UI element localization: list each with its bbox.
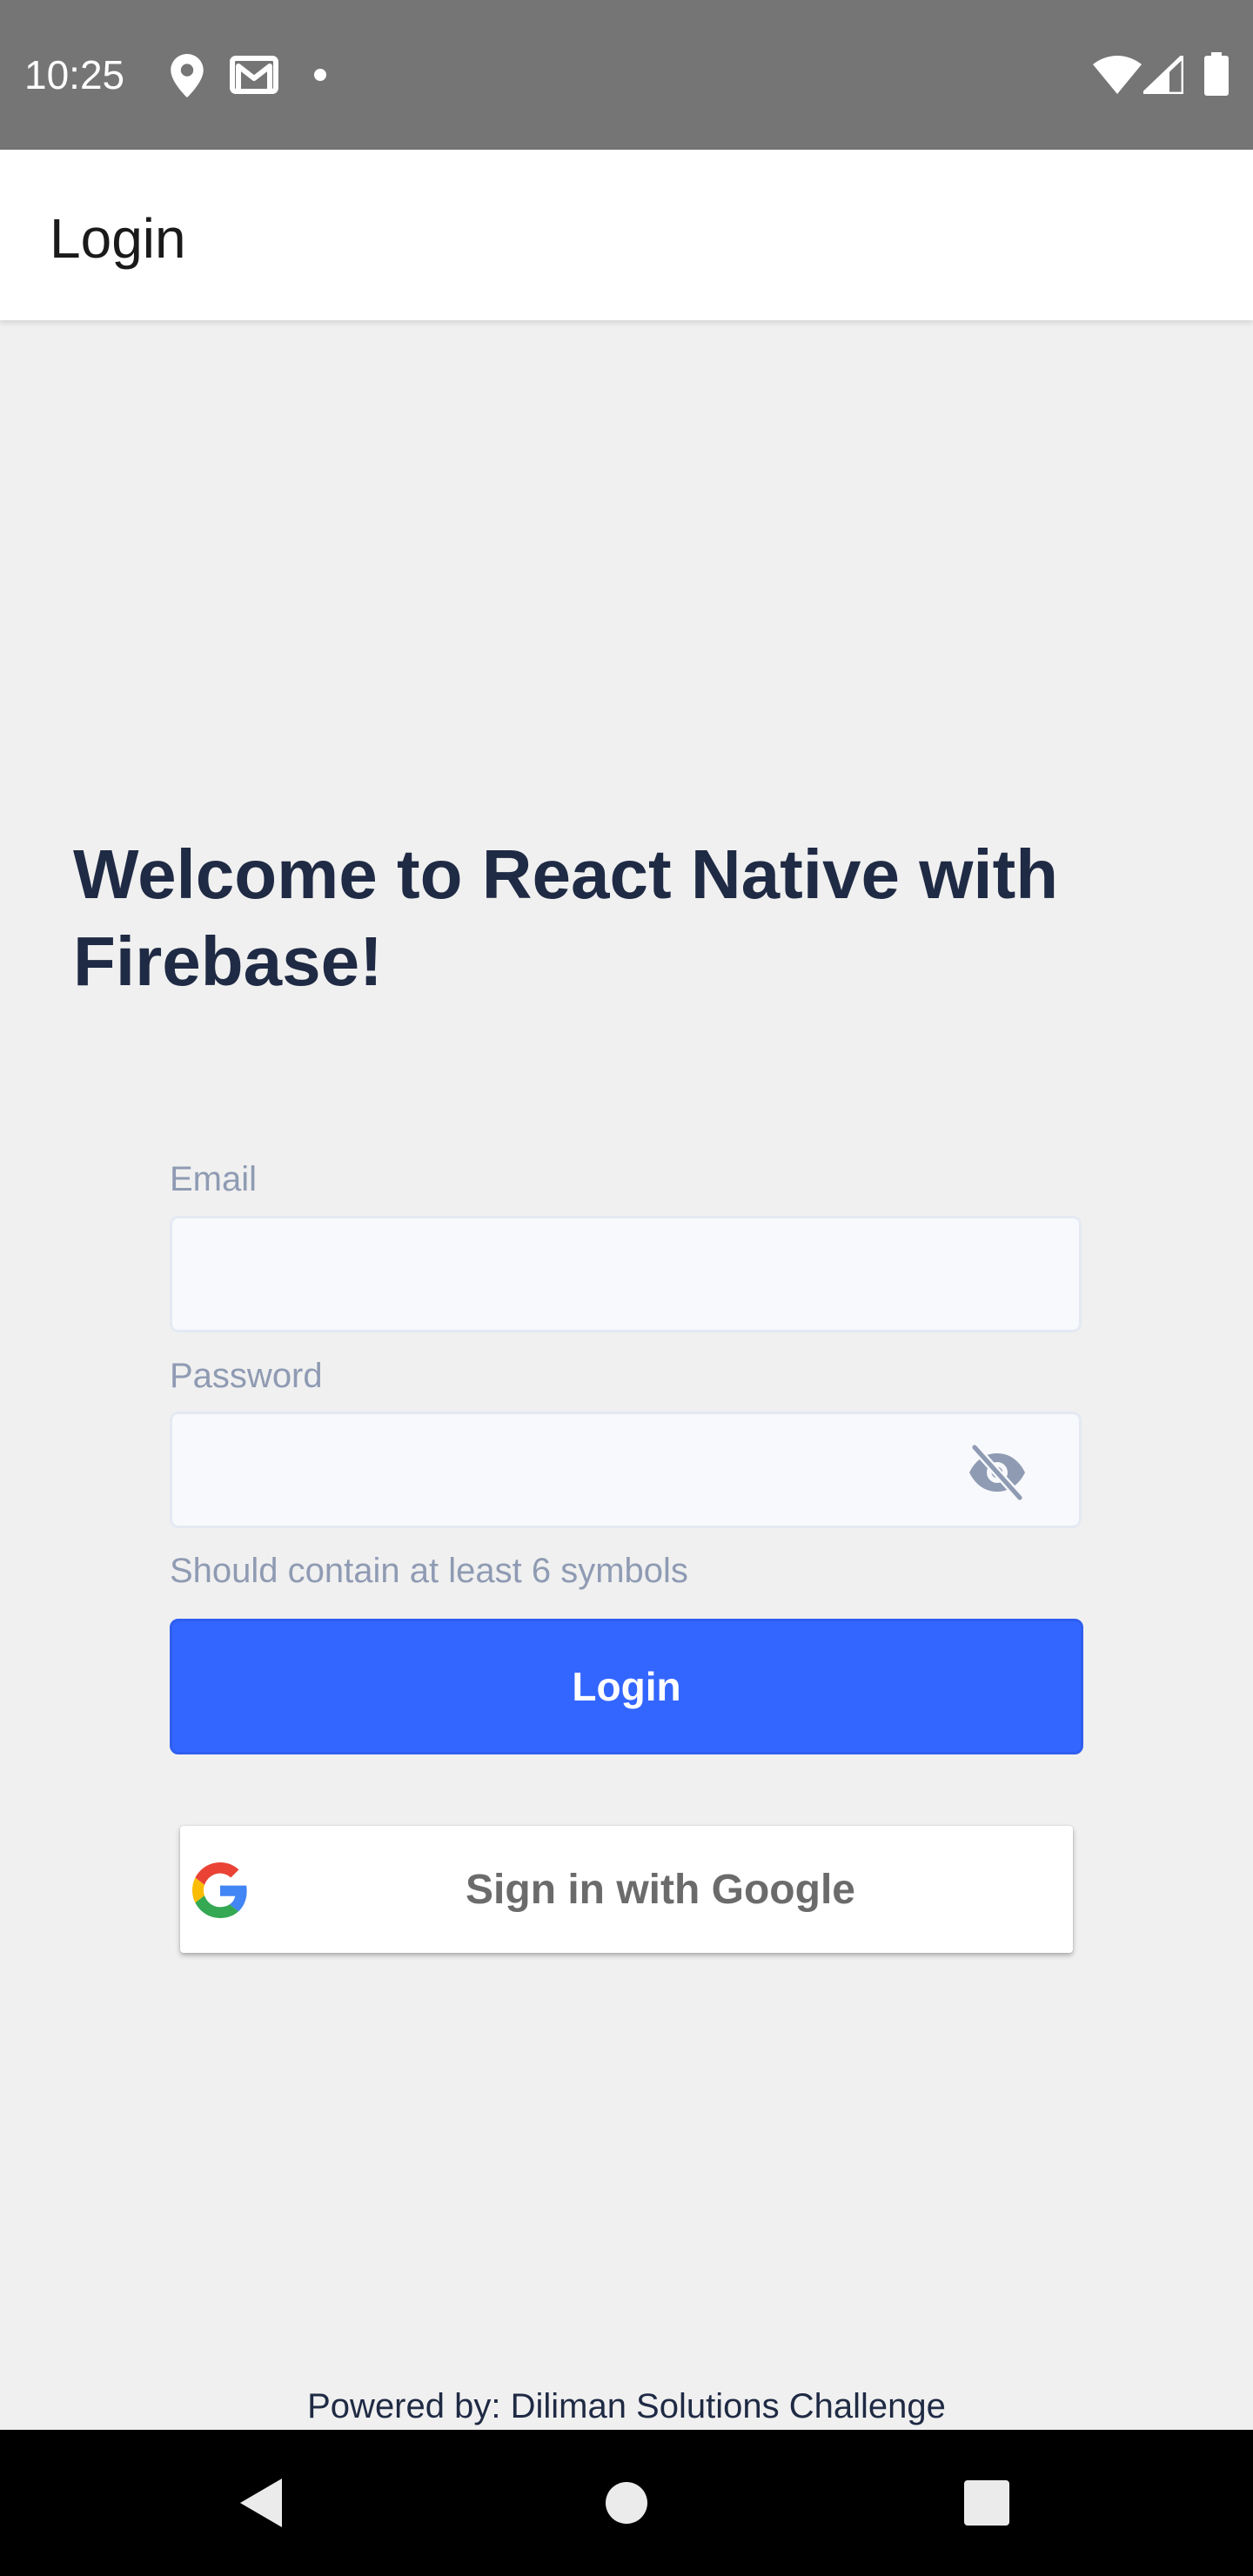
status-time: 10:25 [24,52,125,97]
recents-icon[interactable] [952,2468,1022,2538]
email-label: Email [170,1160,258,1198]
google-signin-button[interactable]: Sign in with Google [180,1826,1073,1953]
email-field-container [170,1216,1082,1332]
app-bar: Login [0,150,1253,320]
location-icon [171,54,204,97]
google-signin-label: Sign in with Google [466,1866,855,1913]
password-hint: Should contain at least 6 symbols [170,1552,688,1590]
gmail-icon [230,56,278,94]
email-field[interactable] [172,1218,1079,1330]
battery-icon [1204,52,1229,96]
welcome-heading: Welcome to React Native with Firebase! [73,835,1059,1000]
google-logo-icon [192,1862,247,1918]
powered-by-text: Powered by: Diliman Solutions Challenge [307,2387,946,2425]
password-field[interactable] [172,1414,1079,1526]
login-button-label: Login [572,1664,681,1709]
status-bar: 10:25 [0,0,1253,150]
eye-off-icon[interactable] [966,1444,1029,1501]
back-icon[interactable] [226,2468,296,2538]
login-screen: 10:25 Login Welcome to React Native with… [0,0,1253,2576]
navigation-bar [0,2430,1253,2576]
page-title: Login [50,207,186,270]
home-icon[interactable] [592,2468,661,2538]
password-label: Password [170,1357,323,1395]
cellular-signal-icon [1143,56,1183,94]
notification-dot-icon [314,69,326,81]
password-field-container [170,1412,1082,1528]
login-button[interactable]: Login [170,1619,1083,1754]
wifi-icon [1093,56,1142,94]
